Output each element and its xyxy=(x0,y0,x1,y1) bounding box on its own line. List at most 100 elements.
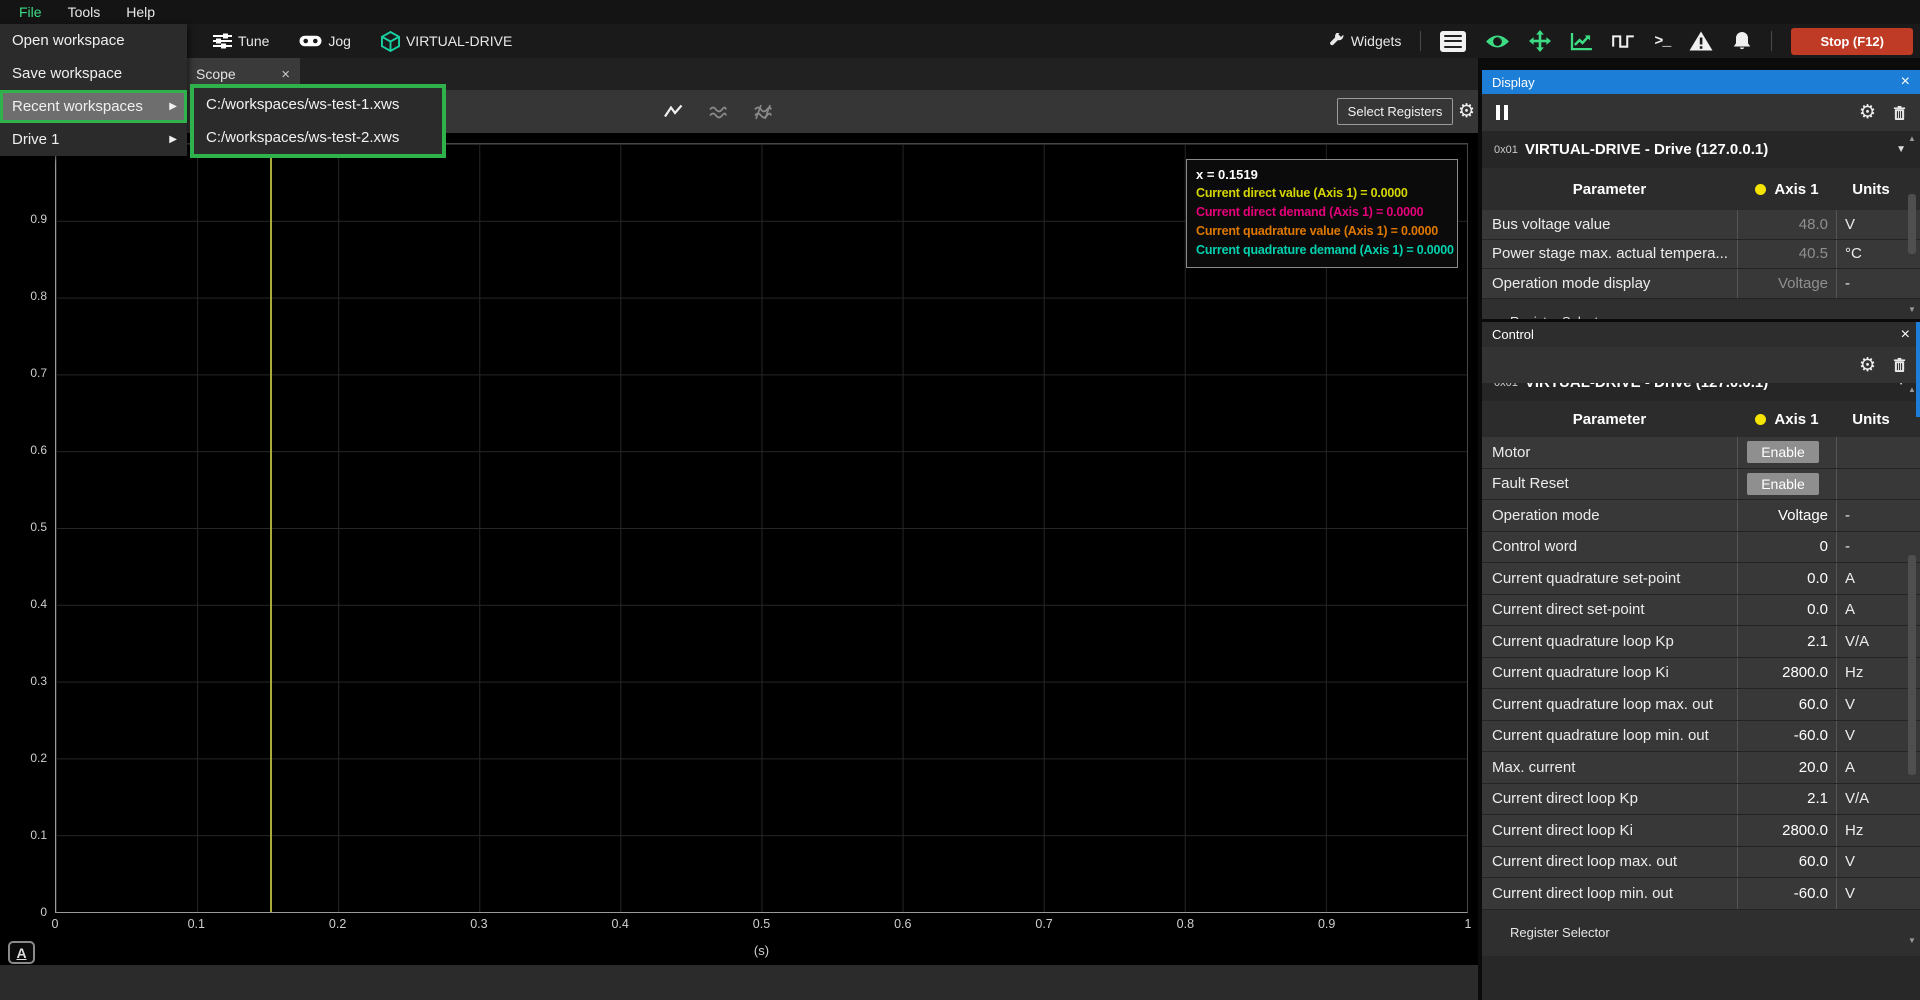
scope-settings-gear-icon[interactable]: ⚙ xyxy=(1458,90,1475,133)
autoscale-button[interactable]: A xyxy=(8,941,35,964)
parameter-value-cell[interactable]: Enable xyxy=(1737,469,1837,500)
parameter-value-cell[interactable]: 2.1 xyxy=(1737,784,1837,815)
parameter-value[interactable]: Voltage xyxy=(1778,507,1828,524)
pause-icon[interactable] xyxy=(1496,105,1508,120)
move-icon[interactable] xyxy=(1529,30,1551,52)
gear-icon[interactable]: ⚙ xyxy=(1859,356,1876,375)
tooltip-series-line: Current quadrature demand (Axis 1) = 0.0… xyxy=(1196,241,1448,260)
display-scrollbar[interactable]: ▲ ▼ xyxy=(1906,134,1918,314)
menubar-item[interactable]: Help xyxy=(113,0,168,24)
parameter-value[interactable]: 2800.0 xyxy=(1782,664,1828,681)
bell-icon[interactable] xyxy=(1732,31,1752,51)
trash-icon[interactable] xyxy=(1893,357,1906,373)
parameter-value-cell[interactable]: -60.0 xyxy=(1737,878,1837,909)
stop-button[interactable]: Stop (F12) xyxy=(1791,28,1913,55)
square-wave-icon[interactable] xyxy=(1612,34,1635,49)
enable-button[interactable]: Enable xyxy=(1747,473,1819,495)
scroll-thumb[interactable] xyxy=(1908,194,1916,254)
parameter-value[interactable]: 60.0 xyxy=(1799,853,1828,870)
parameter-value[interactable]: 0 xyxy=(1820,538,1828,555)
parameter-value[interactable]: 2800.0 xyxy=(1782,822,1828,839)
recent-workspace-item[interactable]: C:/workspaces/ws-test-1.xws xyxy=(194,88,442,121)
terminal-icon[interactable]: >_ xyxy=(1654,33,1670,50)
parameter-value-cell[interactable]: 60.0 xyxy=(1737,847,1837,878)
register-selector-section[interactable]: Register Selector xyxy=(1482,910,1920,956)
parameter-value[interactable]: 0.0 xyxy=(1807,601,1828,618)
application-window: File Tools Help Tune Jog xyxy=(0,0,1920,1000)
parameter-name: Current quadrature loop Ki xyxy=(1482,658,1737,689)
close-icon[interactable]: × xyxy=(1901,73,1910,91)
select-registers-button[interactable]: Select Registers xyxy=(1337,98,1453,125)
drive-selector-clipped[interactable]: 0x01 VIRTUAL-DRIVE - Drive (127.0.0.1) ▼ xyxy=(1482,383,1920,401)
parameter-name: Max. current xyxy=(1482,752,1737,783)
scroll-up-icon[interactable]: ▲ xyxy=(1908,134,1916,143)
parameter-value-cell[interactable]: -60.0 xyxy=(1737,721,1837,752)
tab-close-icon[interactable]: × xyxy=(281,66,290,83)
drive-button[interactable]: VIRTUAL-DRIVE xyxy=(381,31,512,52)
single-plot-icon[interactable] xyxy=(664,104,684,119)
parameter-value-cell[interactable]: 0 xyxy=(1737,532,1837,563)
registers-list-icon[interactable] xyxy=(1440,31,1466,52)
control-scrollbar[interactable]: ▲ ▼ xyxy=(1906,385,1918,945)
parameter-units: A xyxy=(1837,563,1905,594)
eye-icon[interactable] xyxy=(1485,34,1510,49)
trend-chart-icon[interactable] xyxy=(1570,32,1593,51)
display-panel-title: Display xyxy=(1492,75,1535,90)
column-parameter: Parameter xyxy=(1482,411,1737,428)
parameter-name: Current quadrature loop max. out xyxy=(1482,689,1737,720)
parameter-name: Operation mode xyxy=(1482,500,1737,531)
scroll-up-icon[interactable]: ▲ xyxy=(1908,385,1916,394)
scroll-down-icon[interactable]: ▼ xyxy=(1908,936,1916,945)
parameter-value-cell[interactable]: 2800.0 xyxy=(1737,815,1837,846)
parameter-value[interactable]: 60.0 xyxy=(1799,696,1828,713)
parameter-value[interactable]: 0.0 xyxy=(1807,570,1828,587)
widgets-button[interactable]: Widgets xyxy=(1329,33,1402,49)
chevron-down-icon[interactable]: ▼ xyxy=(1896,144,1906,155)
scroll-down-icon[interactable]: ▼ xyxy=(1908,305,1916,314)
menubar-item-label: Help xyxy=(126,4,155,20)
parameter-units: V xyxy=(1837,878,1905,909)
drive-selector[interactable]: 0x01 VIRTUAL-DRIVE - Drive (127.0.0.1) ▼ xyxy=(1482,131,1920,168)
enable-button[interactable]: Enable xyxy=(1747,441,1819,463)
parameter-units: - xyxy=(1837,269,1905,298)
close-icon[interactable]: × xyxy=(1901,326,1910,344)
scroll-thumb[interactable] xyxy=(1908,555,1916,775)
tune-button[interactable]: Tune xyxy=(213,33,269,49)
menubar-item[interactable]: File xyxy=(6,0,55,24)
gear-icon[interactable]: ⚙ xyxy=(1859,103,1876,122)
file-menu-item[interactable]: Recent workspaces ▶ xyxy=(0,90,187,123)
x-tick-label: 0.5 xyxy=(741,917,781,933)
parameter-units: V/A xyxy=(1837,626,1905,657)
parameter-value-cell[interactable]: Enable xyxy=(1737,437,1837,468)
table-row: Max. current 20.0 A xyxy=(1482,752,1920,784)
parameter-value-cell[interactable]: Voltage xyxy=(1737,500,1837,531)
recent-workspace-item[interactable]: C:/workspaces/ws-test-2.xws xyxy=(194,121,442,154)
trash-icon[interactable] xyxy=(1893,105,1906,121)
table-row: Operation mode display Voltage - xyxy=(1482,269,1920,299)
split-plots-icon[interactable] xyxy=(708,104,728,120)
x-tick-label: 0.1 xyxy=(176,917,216,933)
file-menu-item[interactable]: Save workspace ▶ xyxy=(0,57,187,90)
overlay-plots-icon[interactable] xyxy=(752,104,774,120)
parameter-value[interactable]: 20.0 xyxy=(1799,759,1828,776)
parameter-value[interactable]: 2.1 xyxy=(1807,790,1828,807)
control-panel-header[interactable]: Control × xyxy=(1482,322,1920,347)
register-selector-clipped[interactable]: Register Selector xyxy=(1482,299,1920,319)
widgets-label: Widgets xyxy=(1351,33,1402,49)
warning-icon[interactable] xyxy=(1689,31,1713,51)
display-panel-header[interactable]: Display × xyxy=(1482,70,1920,94)
parameter-value[interactable]: -60.0 xyxy=(1794,885,1828,902)
file-menu-item[interactable]: Open workspace ▶ xyxy=(0,24,187,57)
parameter-value-cell[interactable]: 60.0 xyxy=(1737,689,1837,720)
cursor-line[interactable] xyxy=(270,144,272,912)
file-menu-item[interactable]: Drive 1 ▶ xyxy=(0,123,187,156)
parameter-value-cell[interactable]: 20.0 xyxy=(1737,752,1837,783)
parameter-value-cell[interactable]: 0.0 xyxy=(1737,595,1837,626)
parameter-value-cell[interactable]: 2800.0 xyxy=(1737,658,1837,689)
parameter-value[interactable]: 2.1 xyxy=(1807,633,1828,650)
parameter-value-cell[interactable]: 0.0 xyxy=(1737,563,1837,594)
menubar-item[interactable]: Tools xyxy=(55,0,114,24)
parameter-value[interactable]: -60.0 xyxy=(1794,727,1828,744)
jog-button[interactable]: Jog xyxy=(299,33,351,49)
parameter-value-cell[interactable]: 2.1 xyxy=(1737,626,1837,657)
